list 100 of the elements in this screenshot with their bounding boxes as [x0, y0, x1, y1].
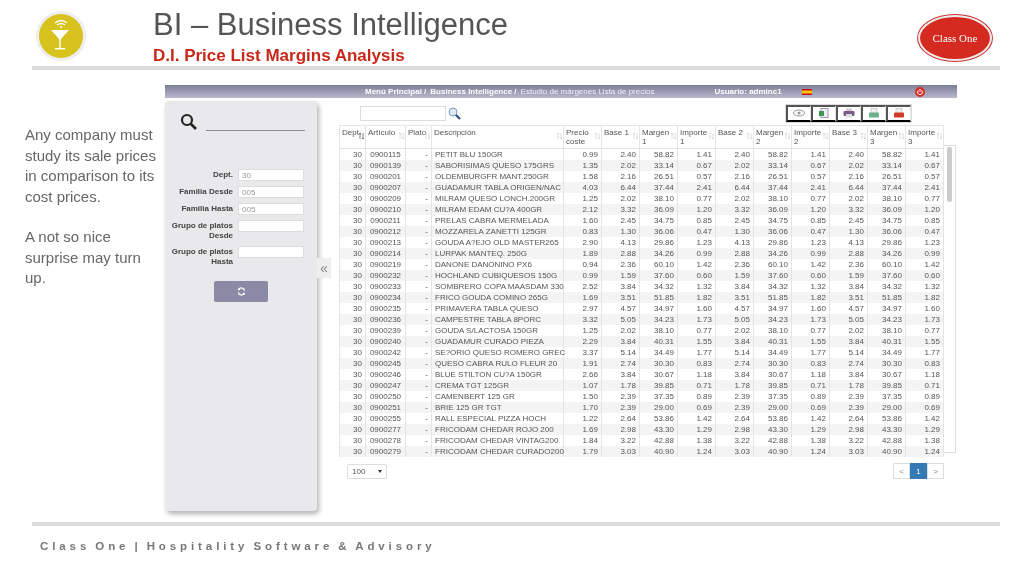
table-cell: 2.41: [791, 182, 830, 193]
table-cell: 0.83: [905, 358, 944, 369]
table-cell: 0900212: [365, 226, 406, 237]
flag-icon[interactable]: [801, 88, 812, 95]
table-cell: 1.20: [677, 204, 716, 215]
table-cell: 3.03: [829, 446, 868, 457]
table-cell: 40.90: [753, 446, 792, 457]
table-cell: 2.39: [715, 402, 754, 413]
column-header[interactable]: Artículo: [365, 125, 406, 149]
table-cell: GUADAMUR CURADO PIEZA: [431, 336, 564, 347]
column-header[interactable]: Precio coste: [563, 125, 602, 149]
table-cell: 51.85: [639, 292, 678, 303]
table-cell: 5.05: [601, 314, 640, 325]
table-cell: 0900236: [365, 314, 406, 325]
table-cell: 0.67: [791, 160, 830, 171]
filter-field[interactable]: [238, 246, 304, 258]
column-header[interactable]: Plato: [405, 125, 432, 149]
table-cell: 51.85: [867, 292, 906, 303]
table-cell: -: [405, 314, 432, 325]
table-cell: -: [405, 292, 432, 303]
table-cell: GUADAMUR TABLA ORIGEN/NAC: [431, 182, 564, 193]
column-header[interactable]: Dept.: [339, 125, 366, 149]
pdf-file-icon[interactable]: [886, 104, 911, 122]
filter-label: Dept.: [212, 169, 233, 180]
table-cell: 1.78: [829, 380, 868, 391]
table-cell: 30: [339, 204, 366, 215]
power-icon[interactable]: [915, 86, 925, 97]
column-header[interactable]: Importe 1: [677, 125, 716, 149]
table-cell: 1.55: [791, 336, 830, 347]
table-cell: 30: [339, 358, 366, 369]
column-header[interactable]: Margen 2: [753, 125, 792, 149]
table-cell: 0.60: [905, 270, 944, 281]
page-button[interactable]: 1: [910, 463, 927, 479]
column-header[interactable]: Base 1: [601, 125, 640, 149]
table-cell: 2.98: [829, 424, 868, 435]
column-header[interactable]: Margen 3: [867, 125, 906, 149]
table-cell: 2.74: [829, 358, 868, 369]
table-cell: 0900207: [365, 182, 406, 193]
filter-field[interactable]: 005: [238, 203, 304, 215]
table-cell: 3.84: [601, 336, 640, 347]
table-cell: 0.67: [905, 160, 944, 171]
column-header[interactable]: Importe 3: [905, 125, 944, 149]
spreadsheet-icon[interactable]: [811, 104, 836, 122]
column-header[interactable]: Base 2: [715, 125, 754, 149]
table-cell: 36.06: [867, 226, 906, 237]
table-cell: 0.60: [791, 270, 830, 281]
table-cell: 0.69: [677, 402, 716, 413]
table-cell: 30.30: [639, 358, 678, 369]
table-cell: 0900210: [365, 204, 406, 215]
table-cell: 2.41: [905, 182, 944, 193]
table-cell: 36.06: [639, 226, 678, 237]
table-cell: 3.03: [715, 446, 754, 457]
table-cell: -: [405, 424, 432, 435]
table-cell: 0900240: [365, 336, 406, 347]
table-cell: 43.30: [639, 424, 678, 435]
printer-icon[interactable]: [836, 104, 861, 122]
filter-label: Familia Hasta: [180, 203, 233, 214]
column-header[interactable]: Importe 2: [791, 125, 830, 149]
table-cell: 40.90: [639, 446, 678, 457]
filter-field[interactable]: 005: [238, 186, 304, 198]
sort-icon[interactable]: [359, 133, 364, 139]
eye-icon[interactable]: [786, 104, 811, 122]
refresh-button[interactable]: [214, 281, 268, 302]
table-cell: 0.83: [677, 358, 716, 369]
filter-field[interactable]: [238, 220, 304, 232]
table-cell: 2.39: [829, 402, 868, 413]
table-cell: 2.41: [677, 182, 716, 193]
scrollbar[interactable]: [944, 145, 956, 453]
table-cell: -: [405, 160, 432, 171]
table-cell: 39.85: [753, 380, 792, 391]
table-cell: 1.07: [563, 380, 602, 391]
table-cell: 2.74: [715, 358, 754, 369]
column-header[interactable]: Margen 1: [639, 125, 678, 149]
filter-field[interactable]: 30: [238, 169, 304, 181]
table-cell: 2.98: [715, 424, 754, 435]
table-cell: 1.55: [905, 336, 944, 347]
search-icon: [180, 113, 198, 131]
table-cell: 1.78: [601, 380, 640, 391]
table-cell: 3.51: [715, 292, 754, 303]
table-cell: 30.30: [867, 358, 906, 369]
table-cell: 30: [339, 402, 366, 413]
table-cell: 0.83: [563, 226, 602, 237]
table-cell: 1.89: [563, 248, 602, 259]
table-cell: 0900251: [365, 402, 406, 413]
table-cell: MOZZARELA ZANETTI 125GR: [431, 226, 564, 237]
page-button[interactable]: >: [927, 463, 944, 479]
table-cell: 1.29: [677, 424, 716, 435]
column-header[interactable]: Base 3: [829, 125, 868, 149]
table-cell: 0.60: [677, 270, 716, 281]
table-cell: 37.60: [867, 270, 906, 281]
column-header[interactable]: Descripción: [431, 125, 564, 149]
table-cell: 6.44: [601, 182, 640, 193]
table-cell: 37.60: [753, 270, 792, 281]
page-size-select[interactable]: 100: [347, 463, 387, 479]
table-cell: 1.24: [677, 446, 716, 457]
search-icon[interactable]: [448, 106, 461, 120]
document-icon[interactable]: [861, 104, 886, 122]
table-cell: 0.69: [905, 402, 944, 413]
table-cell: 2.02: [715, 160, 754, 171]
page-button[interactable]: <: [893, 463, 910, 479]
